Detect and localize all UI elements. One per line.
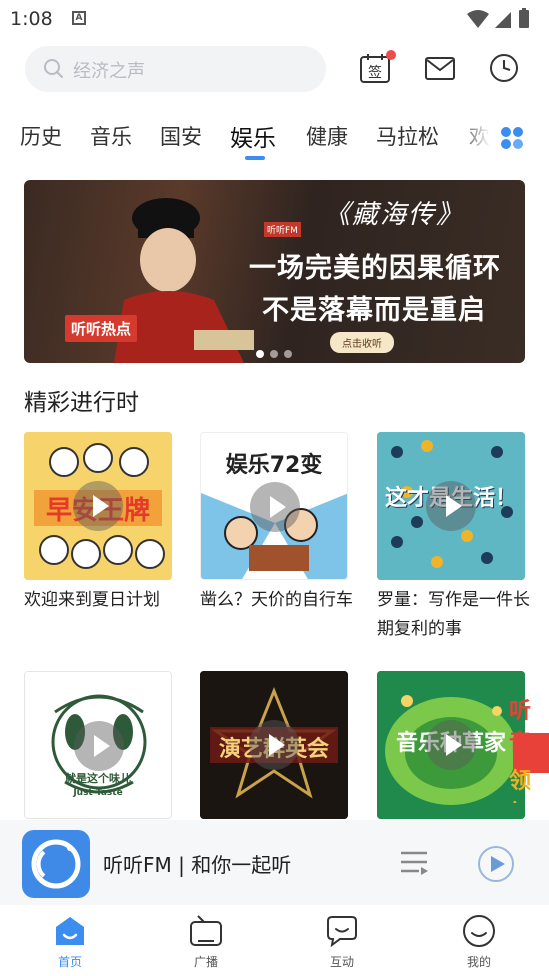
play-pause-icon[interactable] xyxy=(477,845,515,883)
banner-pagination xyxy=(256,343,298,362)
nav-label: 广播 xyxy=(193,955,218,969)
banner-title: 《藏海传》 xyxy=(324,200,465,230)
program-title: 凿么？天价的自行车 xyxy=(200,590,353,610)
mail-icon xyxy=(425,57,455,80)
app-logo-icon xyxy=(31,839,81,889)
play-icon[interactable] xyxy=(426,481,476,531)
program-cover: 就是这个味儿 Just Taste xyxy=(24,671,172,819)
program-title: 欢迎来到夏日计划 xyxy=(24,590,160,610)
banner-listen-button[interactable]: 点击收听 xyxy=(330,332,394,353)
player-logo xyxy=(22,830,90,898)
play-icon[interactable] xyxy=(426,720,476,770)
banner-headline-2: 不是落幕而是重启 xyxy=(262,295,486,326)
banner-tag: 听听热点 xyxy=(65,315,138,342)
search-placeholder: 经济之声 xyxy=(73,61,145,82)
play-icon[interactable] xyxy=(250,482,300,532)
status-bar: 1:08 A xyxy=(0,0,549,38)
program-cover: 这才是生活！ xyxy=(377,432,525,580)
status-icons xyxy=(465,8,535,34)
search-icon xyxy=(44,59,63,78)
section-title: 精彩进行时 xyxy=(24,390,139,416)
playlist-icon[interactable] xyxy=(399,849,429,877)
banner-headline-1: 一场完美的因果循环 xyxy=(249,253,501,284)
program-cover: 演艺群英会 xyxy=(200,671,348,819)
cover-subtext: Just Taste xyxy=(73,788,123,798)
play-icon[interactable] xyxy=(73,481,123,531)
play-icon[interactable] xyxy=(74,721,124,771)
message-button[interactable] xyxy=(424,52,456,84)
category-tabs: 历史 音乐 国安 娱乐 健康 马拉松 欢 xyxy=(0,112,549,164)
more-categories-icon[interactable] xyxy=(498,124,526,152)
cover-text: 就是这个味儿 xyxy=(65,772,131,785)
tabs-fade xyxy=(458,112,498,164)
clock-icon xyxy=(490,54,518,82)
radio-icon xyxy=(190,915,222,946)
promo-text-bottom: 领红 xyxy=(509,769,532,803)
tab-security[interactable]: 国安 xyxy=(160,121,202,151)
banner-logo: 听听FM xyxy=(264,222,301,237)
a-icon: A xyxy=(72,11,86,25)
nav-home[interactable]: 首页 xyxy=(30,913,110,970)
program-title: 罗量：写作是一件长期复利的事 xyxy=(377,590,530,639)
program-cover: 音乐种草家 xyxy=(377,671,525,819)
pagination-dot xyxy=(256,350,264,358)
play-icon[interactable] xyxy=(249,720,299,770)
mini-player[interactable]: 听听FM | 和你一起听 xyxy=(0,820,549,905)
profile-icon xyxy=(463,915,495,947)
cover-text: 娱乐72变 xyxy=(225,453,323,478)
chat-icon xyxy=(327,916,357,948)
nav-profile[interactable]: 我的 xyxy=(439,913,519,970)
history-button[interactable] xyxy=(488,52,520,84)
program-cover: 娱乐72变 xyxy=(200,432,348,580)
tab-entertainment[interactable]: 娱乐 xyxy=(230,119,276,153)
tab-health[interactable]: 健康 xyxy=(306,121,348,151)
hero-banner[interactable]: 听听FM 《藏海传》 一场完美的因果循环 不是落幕而是重启 听听热点 点击收听 xyxy=(24,180,525,363)
tab-history[interactable]: 历史 xyxy=(20,121,62,151)
nav-label: 首页 xyxy=(57,955,82,969)
tab-music[interactable]: 音乐 xyxy=(90,121,132,151)
wifi-icon xyxy=(467,8,529,28)
search-bar[interactable]: 经济之声 xyxy=(25,46,326,92)
nav-label: 互动 xyxy=(329,955,354,969)
pagination-dot xyxy=(284,350,292,358)
bottom-nav: 首页 广播 互动 我的 xyxy=(0,905,549,976)
active-tab-indicator xyxy=(245,156,265,160)
nav-label: 我的 xyxy=(466,955,491,969)
nav-radio[interactable]: 广播 xyxy=(166,913,246,970)
notification-dot xyxy=(386,50,396,60)
player-title: 听听FM | 和你一起听 xyxy=(103,853,292,877)
sign-label: 签 xyxy=(368,64,382,81)
tab-marathon[interactable]: 马拉松 xyxy=(376,121,439,151)
nav-interact[interactable]: 互动 xyxy=(302,913,382,970)
floating-promo[interactable]: 听音 领红 xyxy=(509,693,549,803)
home-icon xyxy=(56,917,84,945)
program-cover: 早安王牌 xyxy=(24,432,172,580)
status-time: 1:08 xyxy=(10,8,53,30)
pagination-dot xyxy=(270,350,278,358)
